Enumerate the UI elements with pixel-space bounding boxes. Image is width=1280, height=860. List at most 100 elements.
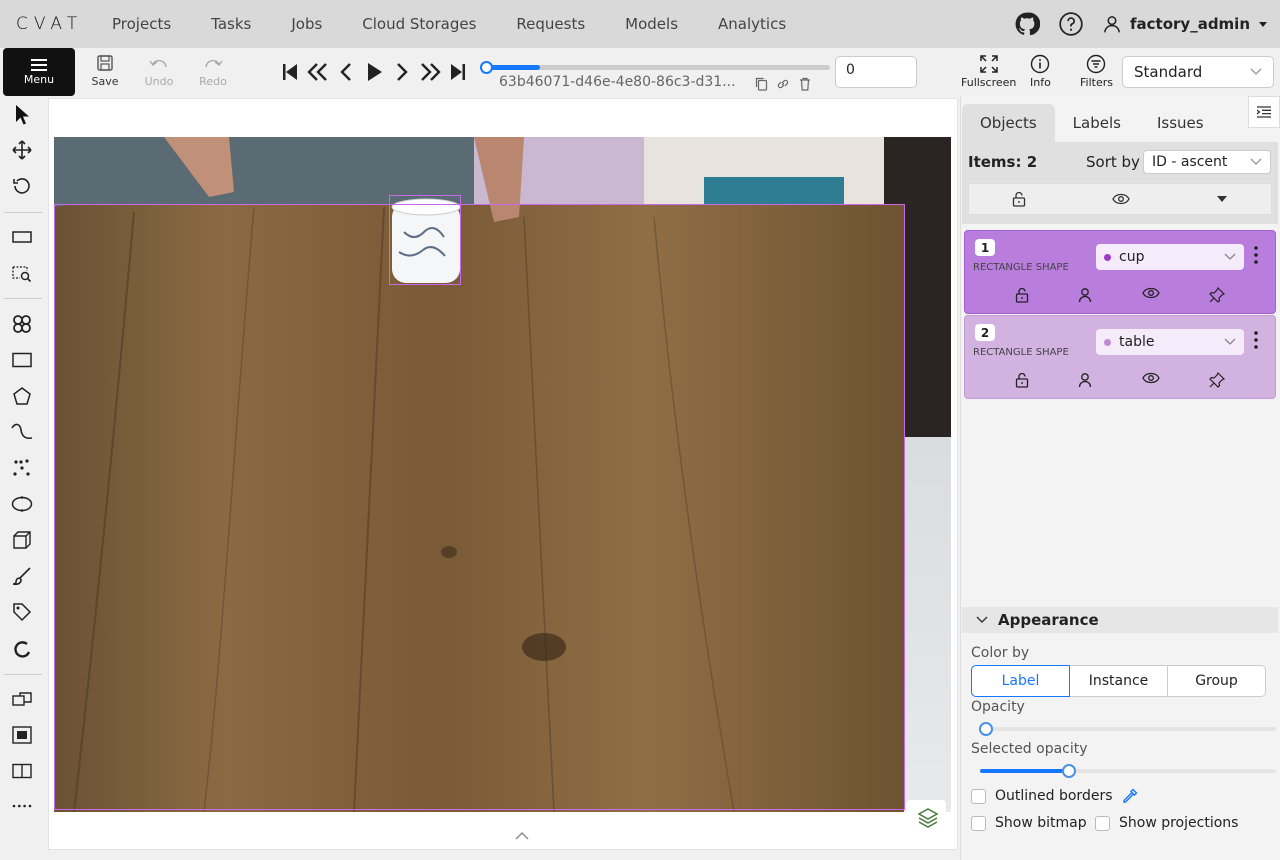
nav-link-analytics[interactable]: Analytics <box>698 15 806 33</box>
last-frame-icon[interactable] <box>446 58 470 86</box>
nav-link-jobs[interactable]: Jobs <box>271 15 342 33</box>
nav-link-projects[interactable]: Projects <box>92 15 191 33</box>
fast-backward-icon[interactable] <box>306 58 330 86</box>
polyline-icon[interactable] <box>9 419 35 445</box>
ai-tools-icon[interactable] <box>9 311 35 337</box>
color-picker-icon[interactable] <box>1122 788 1138 804</box>
nav-link-requests[interactable]: Requests <box>496 15 605 33</box>
split-icon[interactable] <box>9 758 35 784</box>
points-icon[interactable] <box>9 455 35 481</box>
appearance-header[interactable]: Appearance <box>962 607 1278 633</box>
eye-icon[interactable] <box>1141 287 1160 303</box>
top-navigation-bar: CVAT Projects Tasks Jobs Cloud Storages … <box>0 0 1280 48</box>
redo-button[interactable]: Redo <box>191 54 235 88</box>
show-bitmap-checkbox[interactable]: Show bitmap <box>971 815 1087 831</box>
sort-by-label: Sort by <box>1086 153 1140 171</box>
ellipse-icon[interactable] <box>9 491 35 517</box>
tab-issues[interactable]: Issues <box>1139 104 1222 142</box>
opacity-slider[interactable] <box>979 722 1276 736</box>
user-icon[interactable] <box>1078 287 1092 303</box>
workspace-select[interactable]: Standard <box>1122 56 1274 88</box>
opacity-slider-handle[interactable] <box>979 722 993 736</box>
object-item-1[interactable]: 1 RECTANGLE SHAPE cup <box>964 230 1276 314</box>
group-icon[interactable] <box>9 722 35 748</box>
selected-opacity-slider[interactable] <box>980 764 1276 778</box>
object-item-2[interactable]: 2 RECTANGLE SHAPE table <box>964 315 1276 399</box>
sort-select[interactable]: ID - ascent <box>1143 150 1271 174</box>
outlined-borders-label: Outlined borders <box>995 788 1113 804</box>
filters-button[interactable]: Filters <box>1080 54 1113 89</box>
previous-frame-icon[interactable] <box>334 58 358 86</box>
selected-opacity-slider-handle[interactable] <box>1062 764 1076 778</box>
tab-objects[interactable]: Objects <box>962 104 1055 142</box>
user-menu[interactable]: factory_admin <box>1102 14 1268 34</box>
polygon-icon[interactable] <box>9 383 35 409</box>
lock-icon[interactable] <box>1015 287 1029 303</box>
save-button[interactable]: Save <box>83 54 127 88</box>
link-icon[interactable] <box>776 77 790 91</box>
lock-icon[interactable] <box>1015 372 1029 388</box>
checkbox-box[interactable] <box>1095 815 1110 831</box>
delete-icon[interactable] <box>798 77 812 91</box>
pin-icon[interactable] <box>1209 372 1225 388</box>
move-icon[interactable] <box>9 137 35 163</box>
cuboid-icon[interactable] <box>9 527 35 553</box>
chevron-up-icon[interactable] <box>508 826 536 846</box>
checkbox-box[interactable] <box>971 815 986 831</box>
next-frame-icon[interactable] <box>390 58 414 86</box>
layers-button[interactable] <box>906 800 946 836</box>
eye-all-icon[interactable] <box>1112 193 1130 205</box>
object-label-select[interactable]: table <box>1096 329 1244 355</box>
merge-icon[interactable] <box>9 686 35 712</box>
nav-link-cloud-storages[interactable]: Cloud Storages <box>342 15 496 33</box>
nav-link-models[interactable]: Models <box>605 15 698 33</box>
object-label-select[interactable]: cup <box>1096 244 1244 270</box>
unlock-all-icon[interactable] <box>1012 191 1026 207</box>
color-by-group-option[interactable]: Group <box>1167 665 1266 697</box>
rectangle-icon[interactable] <box>9 347 35 373</box>
color-by-instance-option[interactable]: Instance <box>1069 665 1168 697</box>
fit-image-icon[interactable] <box>9 224 35 250</box>
cursor-icon[interactable] <box>9 102 35 128</box>
opencv-magnet-icon[interactable] <box>9 637 35 663</box>
selected-opacity-slider-fill <box>980 769 1069 773</box>
copy-icon[interactable] <box>755 77 768 91</box>
object-label: table <box>1119 334 1155 350</box>
object-actions <box>1015 287 1225 303</box>
save-label: Save <box>91 75 119 88</box>
menu-button[interactable]: Menu <box>3 48 75 96</box>
undo-button[interactable]: Undo <box>137 54 181 88</box>
more-vertical-icon[interactable] <box>1253 245 1259 265</box>
tab-labels[interactable]: Labels <box>1055 104 1139 142</box>
play-icon[interactable] <box>362 58 386 86</box>
fullscreen-button[interactable]: Fullscreen <box>961 54 1016 89</box>
github-icon[interactable] <box>1014 11 1040 37</box>
cvat-logo[interactable]: CVAT <box>16 14 83 34</box>
help-icon[interactable] <box>1058 11 1084 37</box>
brush-icon[interactable] <box>9 563 35 589</box>
first-frame-icon[interactable] <box>278 58 302 86</box>
color-by-label-option[interactable]: Label <box>971 665 1070 697</box>
outlined-borders-checkbox[interactable]: Outlined borders <box>971 788 1138 804</box>
pin-icon[interactable] <box>1209 287 1225 303</box>
info-button[interactable]: Info <box>1030 54 1051 89</box>
eye-icon[interactable] <box>1141 372 1160 388</box>
frame-slider[interactable] <box>480 61 830 74</box>
frame-number-input[interactable]: 0 <box>835 56 917 88</box>
show-projections-checkbox[interactable]: Show projections <box>1095 815 1238 831</box>
zoom-region-icon[interactable] <box>9 260 35 286</box>
fast-forward-icon[interactable] <box>418 58 442 86</box>
objects-list-actions <box>968 183 1272 215</box>
more-tools-icon[interactable] <box>9 793 35 819</box>
sidebar-collapse-button[interactable] <box>1248 96 1280 128</box>
checkbox-box[interactable] <box>971 788 986 804</box>
more-vertical-icon[interactable] <box>1253 330 1259 350</box>
rotate-icon[interactable] <box>9 173 35 199</box>
bbox-table[interactable] <box>54 204 905 810</box>
tag-icon[interactable] <box>9 599 35 625</box>
caret-down-icon[interactable] <box>1216 195 1228 203</box>
nav-link-tasks[interactable]: Tasks <box>191 15 271 33</box>
frame-slider-handle[interactable] <box>480 61 493 74</box>
toolbox-divider <box>4 212 42 213</box>
user-icon[interactable] <box>1078 372 1092 388</box>
